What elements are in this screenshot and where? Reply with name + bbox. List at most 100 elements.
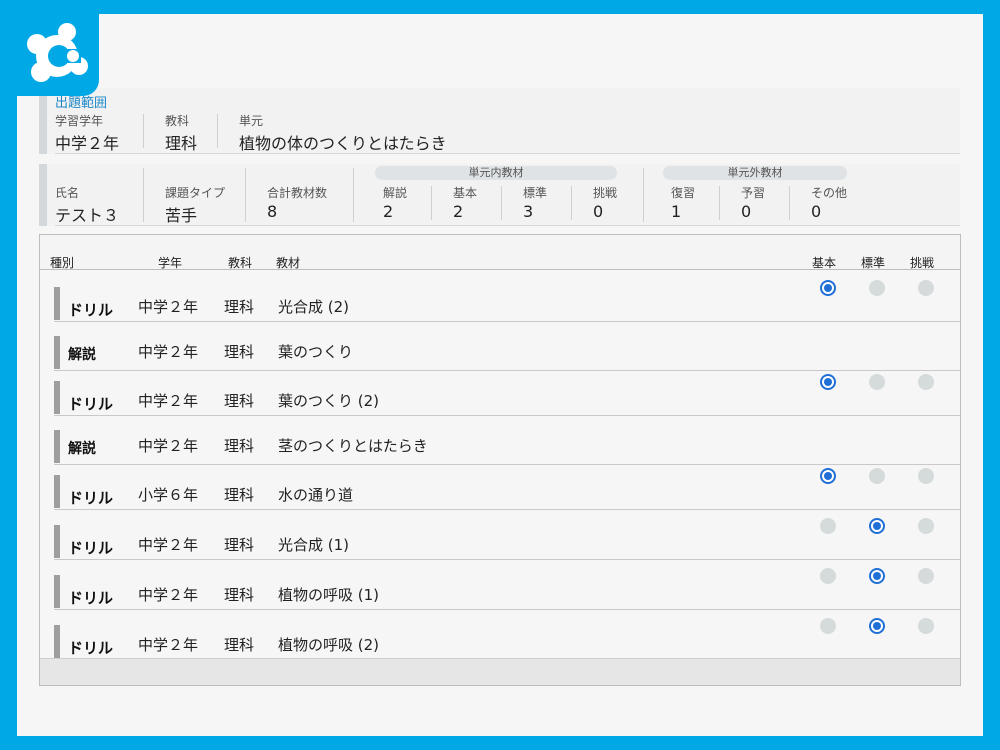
radio-basic-icon[interactable]	[820, 374, 836, 390]
total-label: 合計教材数	[267, 186, 328, 200]
total-value: 8	[267, 202, 278, 221]
name-value: テスト３	[55, 206, 120, 225]
table-row[interactable]: ドリル 中学２年 理科 植物の呼吸 (1)	[54, 568, 960, 610]
row-subject: 理科	[224, 586, 255, 604]
radio-challenge-icon[interactable]	[918, 280, 934, 296]
out-unit-value: 1	[671, 202, 682, 221]
out-unit-label: 復習	[671, 186, 696, 200]
radio-standard-icon[interactable]	[869, 468, 885, 484]
table-row[interactable]: ドリル 中学２年 理科 植物の呼吸 (2)	[54, 618, 960, 660]
divider	[501, 186, 502, 220]
row-material: 植物の呼吸 (1)	[278, 586, 380, 604]
table-row[interactable]: ドリル 中学２年 理科 葉のつくり (2)	[54, 374, 960, 416]
row-subject: 理科	[224, 536, 255, 554]
divider	[643, 168, 644, 222]
row-subject: 理科	[224, 343, 255, 361]
row-subject: 理科	[224, 298, 255, 316]
col-grade: 学年	[158, 256, 183, 270]
unit-value: 植物の体のつくりとはたらき	[239, 134, 447, 153]
table-header: 種別 学年 教科 教材 基本 標準 挑戦	[40, 235, 960, 270]
divider	[719, 186, 720, 220]
row-material: 葉のつくり	[278, 343, 354, 361]
in-unit-label: 解説	[383, 186, 408, 200]
row-material: 水の通り道	[278, 486, 354, 504]
table-row[interactable]: 解説 中学２年 理科 葉のつくり	[54, 336, 960, 371]
row-kind: ドリル	[68, 489, 114, 507]
out-unit-title: 単元外教材	[663, 166, 847, 180]
table-row[interactable]: 解説 中学２年 理科 茎のつくりとはたらき	[54, 430, 960, 465]
divider	[245, 168, 246, 222]
row-grade: 中学２年	[138, 636, 199, 654]
table-row[interactable]: ドリル 小学６年 理科 水の通り道	[54, 468, 960, 510]
radio-challenge-icon[interactable]	[918, 618, 934, 634]
radio-challenge-icon[interactable]	[918, 568, 934, 584]
in-unit-label: 標準	[523, 186, 548, 200]
out-unit-label: 予習	[741, 186, 766, 200]
app-frame: 出題範囲 学習学年 中学２年 教科 理科 単元 植物の体のつくりとはたらき 氏名…	[0, 0, 1000, 750]
radio-standard-icon[interactable]	[869, 280, 885, 296]
divider	[143, 114, 144, 148]
table-footer	[40, 658, 960, 685]
row-kind: ドリル	[68, 539, 114, 557]
row-grade: 中学２年	[138, 343, 199, 361]
table-row[interactable]: ドリル 中学２年 理科 光合成 (1)	[54, 518, 960, 560]
divider	[789, 186, 790, 220]
col-subject: 教科	[228, 256, 253, 270]
row-marker	[54, 381, 60, 414]
in-unit-value: 2	[383, 202, 394, 221]
row-kind: 解説	[68, 441, 96, 457]
radio-basic-icon[interactable]	[820, 618, 836, 634]
radio-standard-icon[interactable]	[869, 374, 885, 390]
divider	[431, 186, 432, 220]
row-grade: 中学２年	[138, 536, 199, 554]
col-challenge: 挑戦	[910, 256, 935, 270]
radio-standard-icon[interactable]	[869, 568, 885, 584]
row-material: 茎のつくりとはたらき	[278, 437, 428, 455]
row-subject: 理科	[224, 636, 255, 654]
row-subject: 理科	[224, 437, 255, 455]
out-unit-label: その他	[811, 186, 848, 200]
radio-standard-icon[interactable]	[869, 518, 885, 534]
out-unit-value: 0	[741, 202, 752, 221]
row-material: 光合成 (2)	[278, 298, 350, 316]
in-unit-title: 単元内教材	[375, 166, 617, 180]
row-marker	[54, 430, 60, 463]
section-underline	[55, 225, 960, 226]
main-panel: 出題範囲 学習学年 中学２年 教科 理科 単元 植物の体のつくりとはたらき 氏名…	[17, 14, 983, 736]
row-subject: 理科	[224, 486, 255, 504]
radio-basic-icon[interactable]	[820, 468, 836, 484]
divider	[217, 114, 218, 148]
row-material: 葉のつくり (2)	[278, 392, 380, 410]
radio-standard-icon[interactable]	[869, 618, 885, 634]
row-marker	[54, 575, 60, 608]
divider	[143, 168, 144, 222]
unit-label: 単元	[239, 114, 264, 128]
in-unit-value: 0	[593, 202, 604, 221]
radio-challenge-icon[interactable]	[918, 374, 934, 390]
radio-challenge-icon[interactable]	[918, 468, 934, 484]
col-kind: 種別	[50, 256, 75, 270]
in-unit-value: 3	[523, 202, 534, 221]
radio-basic-icon[interactable]	[820, 518, 836, 534]
radio-basic-icon[interactable]	[820, 568, 836, 584]
row-material: 光合成 (1)	[278, 536, 350, 554]
row-kind: ドリル	[68, 589, 114, 607]
type-value: 苦手	[165, 206, 198, 225]
radio-basic-icon[interactable]	[820, 280, 836, 296]
name-label: 氏名	[55, 186, 80, 200]
app-logo-icon	[27, 23, 88, 82]
app-logo[interactable]	[17, 14, 99, 96]
divider	[571, 186, 572, 220]
in-unit-value: 2	[453, 202, 464, 221]
radio-challenge-icon[interactable]	[918, 518, 934, 534]
row-grade: 中学２年	[138, 437, 199, 455]
range-section: 出題範囲 学習学年 中学２年 教科 理科 単元 植物の体のつくりとはたらき	[39, 88, 960, 154]
subject-value: 理科	[165, 134, 198, 153]
row-marker	[54, 287, 60, 320]
row-marker	[54, 336, 60, 369]
type-label: 課題タイプ	[165, 186, 226, 200]
row-subject: 理科	[224, 392, 255, 410]
summary-section-bar	[39, 164, 47, 226]
table-row[interactable]: ドリル 中学２年 理科 光合成 (2)	[54, 280, 960, 322]
grade-label: 学習学年	[55, 114, 104, 128]
